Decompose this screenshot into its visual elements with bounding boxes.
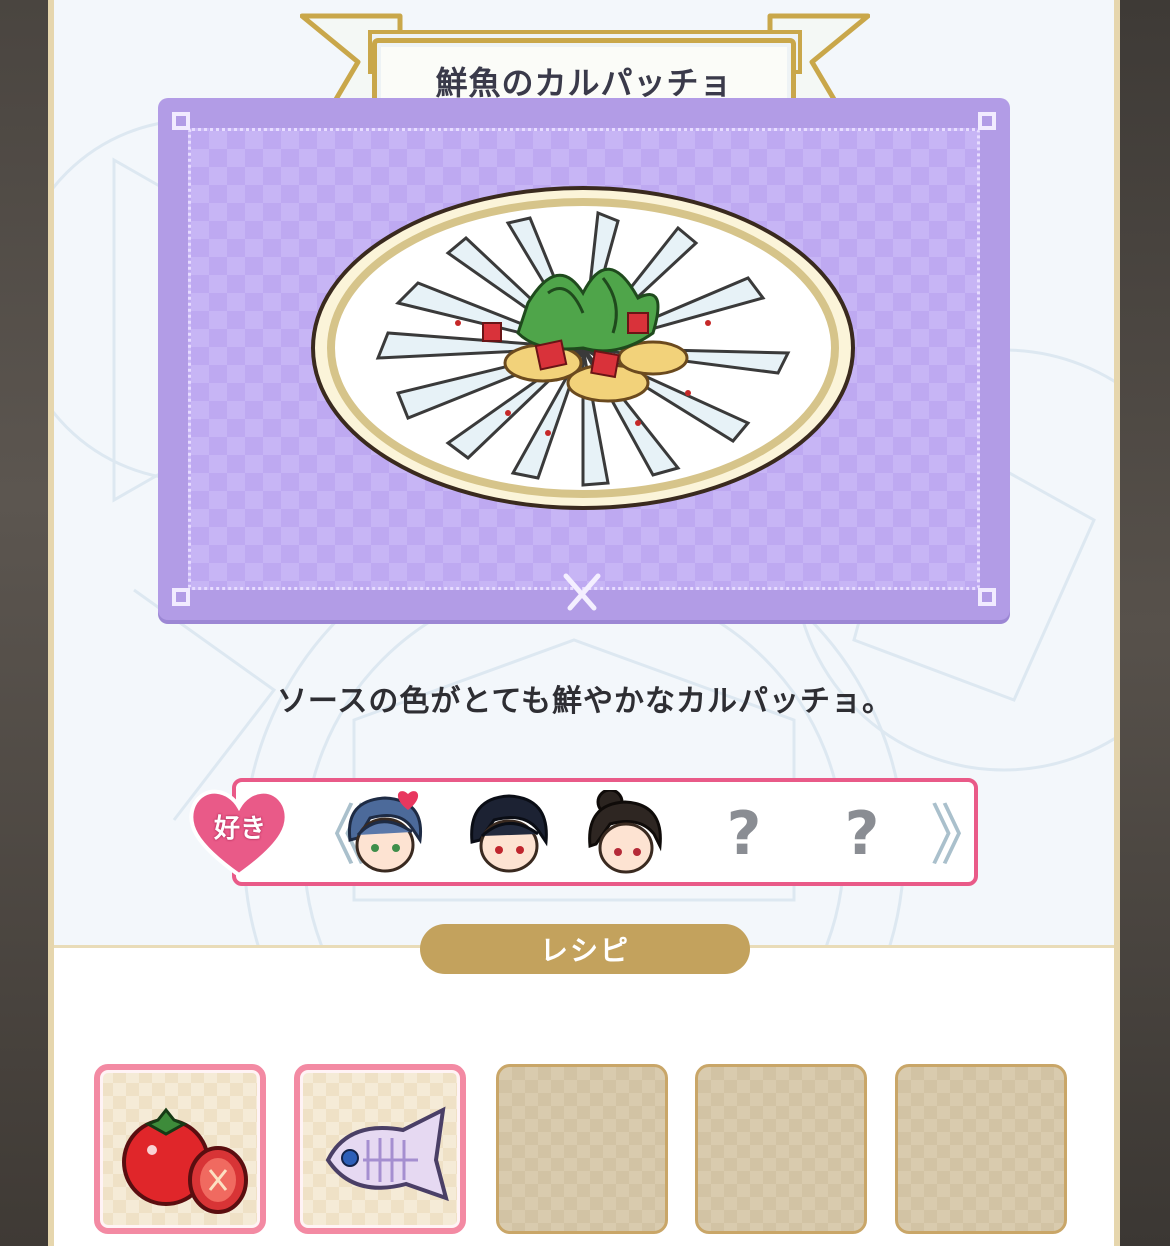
ingredient-slot-tomato[interactable] xyxy=(94,1064,266,1234)
carpaccio-dish-image xyxy=(311,186,855,510)
ingredient-slot-empty[interactable] xyxy=(496,1064,668,1234)
fish-icon xyxy=(325,1106,449,1202)
utensils-icon xyxy=(563,573,601,611)
unknown-character-slot: ? xyxy=(844,799,880,869)
recipe-label: レシピ xyxy=(539,934,630,967)
dish-card xyxy=(158,98,1010,620)
recipe-header: レシピ xyxy=(420,924,750,974)
next-character-button[interactable]: 》 xyxy=(930,796,996,876)
ingredient-slot-empty[interactable] xyxy=(895,1064,1067,1234)
character-avatar-2[interactable] xyxy=(464,790,554,880)
ingredient-slot-fish[interactable] xyxy=(294,1064,466,1234)
character-avatar-3[interactable] xyxy=(580,790,670,880)
tomato-icon xyxy=(122,1107,248,1214)
corner-ornament xyxy=(978,588,996,606)
prev-character-button[interactable]: 《 xyxy=(300,796,366,876)
character-avatar-1[interactable] xyxy=(340,790,430,880)
background-left xyxy=(0,0,52,1246)
ingredient-slot-empty[interactable] xyxy=(695,1064,867,1234)
dish-description: ソースの色がとても鮮やかなカルパッチョ。 xyxy=(276,684,894,719)
unknown-character-slot: ? xyxy=(726,799,762,869)
like-label: 好き xyxy=(213,814,266,844)
corner-ornament xyxy=(172,112,190,130)
corner-ornament xyxy=(978,112,996,130)
corner-ornament xyxy=(172,588,190,606)
